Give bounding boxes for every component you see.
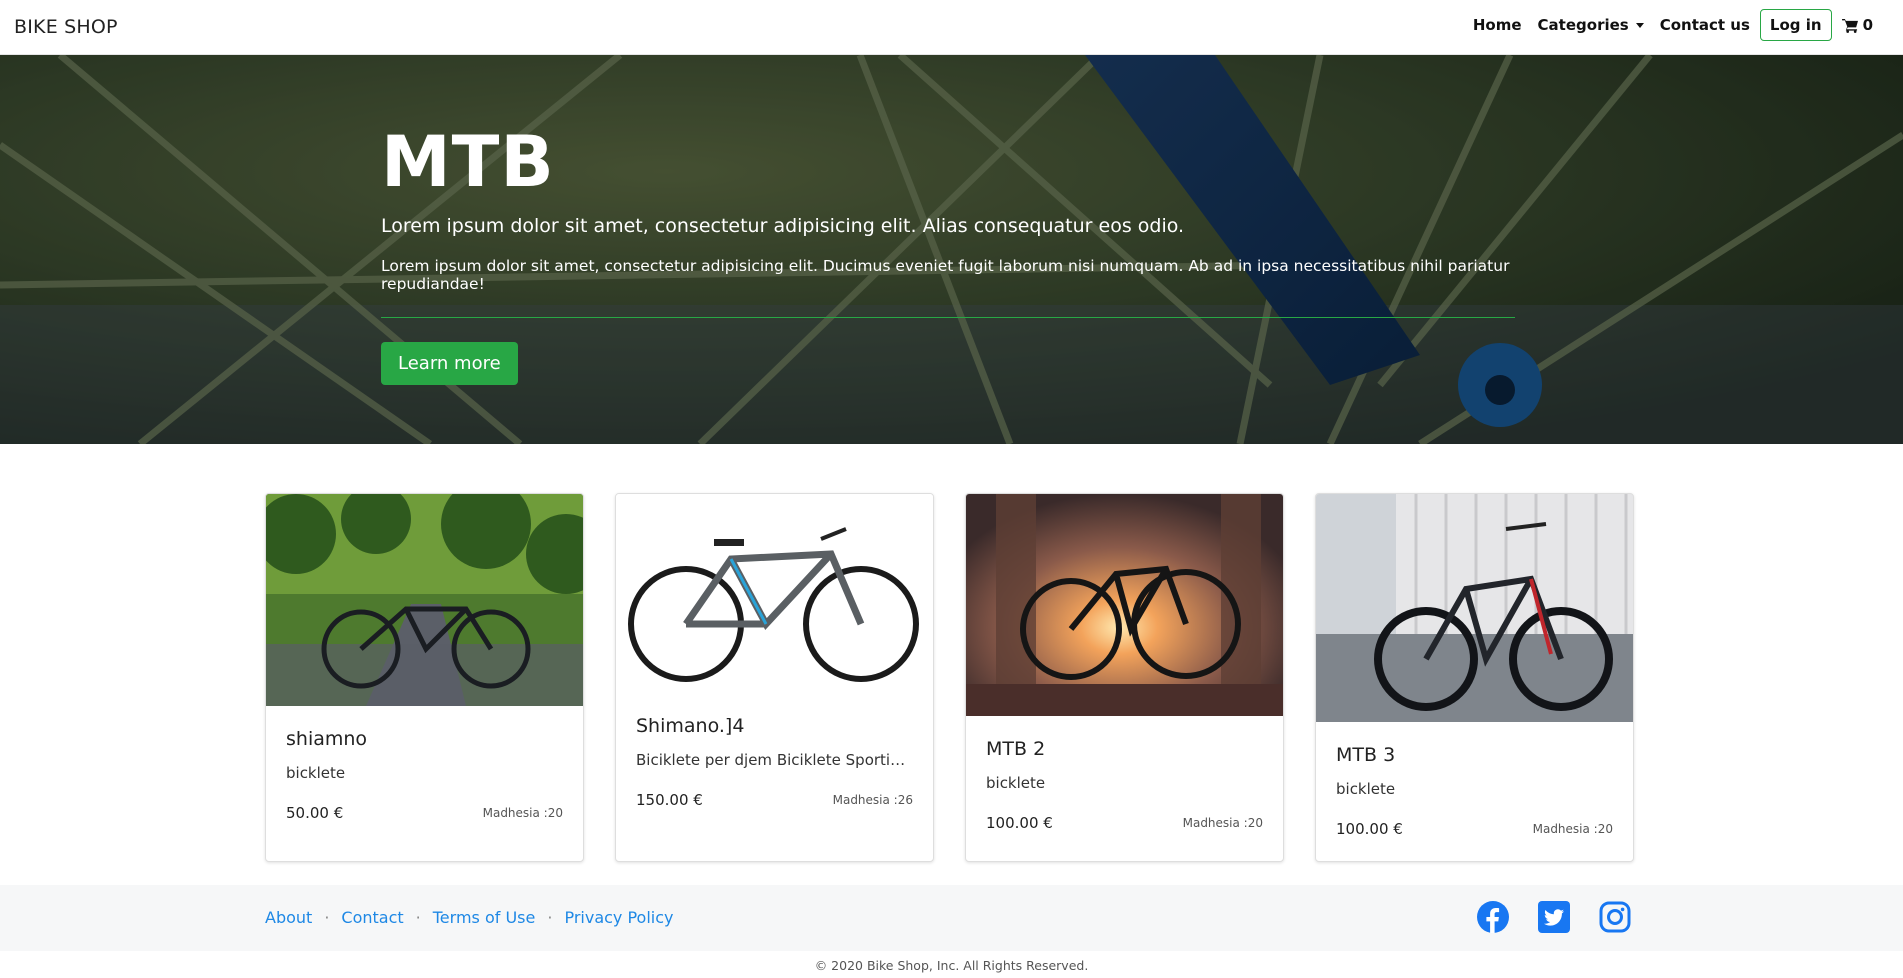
nav-contact-link[interactable]: Contact us [1652,16,1758,34]
cart-icon [1841,18,1858,33]
footer-separator: · [324,908,330,927]
nav-categories-dropdown[interactable]: Categories [1530,16,1652,34]
product-card[interactable]: Shimano.]4 Biciklete per djem Biciklete … [615,493,934,862]
product-price: 150.00 € [636,791,703,809]
hero-lead: Lorem ipsum dolor sit amet, consectetur … [381,215,1185,237]
product-price: 100.00 € [1336,820,1403,838]
product-description: Biciklete per djem Biciklete Sportive ..… [636,751,913,769]
product-price: 50.00 € [286,804,344,822]
product-grid: shiamno bicklete 50.00 € Madhesia :20 Sh… [265,493,1634,862]
product-size: Madhesia :26 [832,793,913,807]
product-title: shiamno [286,728,368,750]
card-footer: 50.00 € Madhesia :20 [286,804,563,822]
login-button[interactable]: Log in [1759,9,1832,41]
product-card[interactable]: shiamno bicklete 50.00 € Madhesia :20 [265,493,584,862]
footer: About · Contact · Terms of Use · Privacy… [0,885,1903,951]
footer-about-link[interactable]: About [265,908,312,927]
hero-content: MTB Lorem ipsum dolor sit amet, consecte… [381,127,1515,385]
footer-separator: · [547,908,553,927]
hero-text: Lorem ipsum dolor sit amet, consectetur … [381,257,1510,293]
product-image [266,494,583,706]
product-description: bicklete [1336,780,1396,798]
card-footer: 100.00 € Madhesia :20 [986,814,1263,832]
caret-down-icon [1635,22,1644,28]
product-price: 100.00 € [986,814,1053,832]
footer-terms-link[interactable]: Terms of Use [433,908,536,927]
product-size: Madhesia :20 [1532,822,1613,836]
footer-separator: · [415,908,421,927]
product-title: MTB 2 [986,738,1046,760]
product-size: Madhesia :20 [1182,816,1263,830]
cart-count: 0 [1862,16,1873,34]
footer-contact-link[interactable]: Contact [341,908,403,927]
hero-divider [381,317,1515,318]
card-body: MTB 2 bicklete 100.00 € Madhesia :20 [966,738,1283,832]
product-image [616,494,933,693]
facebook-link[interactable] [1477,901,1509,933]
nav-menu: Home Categories Contact us Log in 0 [1465,8,1873,42]
instagram-link[interactable] [1599,901,1631,933]
instagram-icon [1599,901,1631,933]
social-links [1477,901,1631,933]
card-body: MTB 3 bicklete 100.00 € Madhesia :20 [1316,744,1633,838]
cart-button[interactable]: 0 [1841,16,1873,34]
footer-links: About · Contact · Terms of Use · Privacy… [265,908,674,927]
facebook-icon [1477,901,1509,933]
product-size: Madhesia :20 [482,806,563,820]
hero-title: MTB [381,121,555,203]
navbar: BIKE SHOP Home Categories Contact us Log… [0,0,1903,55]
learn-more-button[interactable]: Learn more [381,342,518,385]
copyright-text: © 2020 Bike Shop, Inc. All Rights Reserv… [814,958,1089,973]
product-title: Shimano.]4 [636,715,745,737]
twitter-icon [1538,901,1570,933]
product-description: bicklete [986,774,1046,792]
product-image [966,494,1283,716]
nav-categories-label: Categories [1537,16,1629,34]
product-description: bicklete [286,764,346,782]
footer-privacy-link[interactable]: Privacy Policy [564,908,673,927]
nav-home-link[interactable]: Home [1465,16,1530,34]
card-footer: 100.00 € Madhesia :20 [1336,820,1613,838]
hero-section: MTB Lorem ipsum dolor sit amet, consecte… [0,55,1903,444]
brand-logo[interactable]: BIKE SHOP [14,16,118,38]
product-card[interactable]: MTB 3 bicklete 100.00 € Madhesia :20 [1315,493,1634,862]
card-body: shiamno bicklete 50.00 € Madhesia :20 [266,728,583,822]
product-title: MTB 3 [1336,744,1396,766]
card-body: Shimano.]4 Biciklete per djem Biciklete … [616,715,933,809]
card-footer: 150.00 € Madhesia :26 [636,791,913,809]
twitter-link[interactable] [1538,901,1570,933]
product-image [1316,494,1633,722]
product-card[interactable]: MTB 2 bicklete 100.00 € Madhesia :20 [965,493,1284,862]
